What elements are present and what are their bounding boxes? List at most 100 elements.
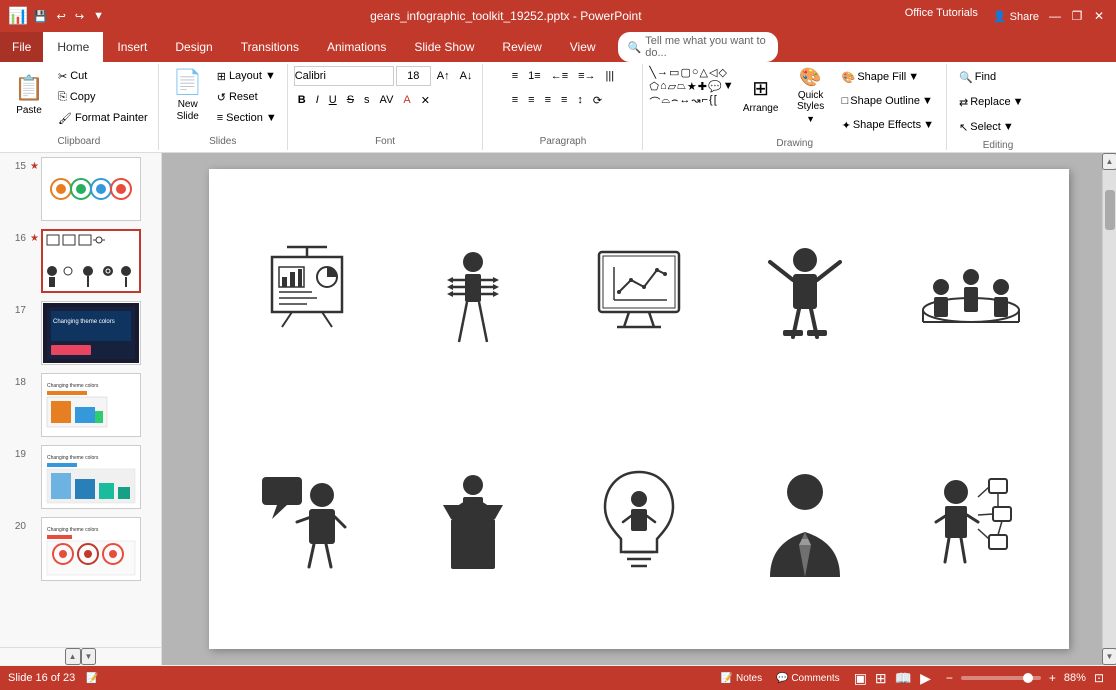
slide-thumb-18[interactable]: 18 ★ Changing theme colors [0,369,161,441]
tab-design[interactable]: Design [161,32,226,62]
shape-triangle[interactable]: △ [700,66,708,79]
notes-view-button[interactable]: 📝 [83,671,101,686]
redo-button[interactable]: ↪ [72,8,87,25]
tell-me-box[interactable]: 🔍 Tell me what you want to do... [618,32,778,62]
shape-more[interactable]: ▼ [723,80,734,93]
shape-cross[interactable]: ✚ [698,80,707,93]
scroll-thumb-vertical[interactable] [1105,190,1115,230]
shape-line[interactable]: ╲ [649,66,656,79]
format-painter-button[interactable]: 🖌 Format Painter [54,108,152,128]
icon-person-network[interactable] [893,414,1049,629]
shape-elbow[interactable]: ⌐ [702,94,708,110]
reset-button[interactable]: ↺ Reset [213,87,281,107]
increase-font-button[interactable]: A↑ [433,66,454,86]
tab-slideshow[interactable]: Slide Show [400,32,488,62]
fit-slide-button[interactable]: ⊡ [1090,670,1108,686]
bullets-button[interactable]: ≡ [508,66,522,86]
shape-brace[interactable]: { [709,94,713,110]
align-left-button[interactable]: ≡ [508,90,522,110]
shape-diamond[interactable]: ◇ [718,66,726,79]
comments-button[interactable]: 💬 Comments [773,671,843,686]
tab-transitions[interactable]: Transitions [227,32,313,62]
shape-bracket[interactable]: [ [714,94,717,110]
scroll-bottom-button[interactable]: ▼ [1102,648,1116,665]
icon-person-celebrating[interactable] [727,189,883,404]
bold-button[interactable]: B [294,90,310,110]
notes-button[interactable]: 📝 Notes [718,671,765,686]
slide-panel[interactable]: 15 ★ 16 ★ [0,153,162,665]
strikethrough-button[interactable]: S [343,90,358,110]
layout-button[interactable]: ⊞ Layout ▼ [213,66,281,86]
icon-business-person[interactable] [727,414,883,629]
zoom-out-button[interactable]: − [942,670,957,686]
zoom-in-button[interactable]: + [1045,670,1060,686]
shape-circle[interactable]: ○ [692,66,699,79]
reading-view-button[interactable]: 📖 [892,669,915,688]
share-button[interactable]: 👤 Share [990,7,1042,25]
shape-star[interactable]: ★ [687,80,697,93]
char-spacing-button[interactable]: AV [376,90,398,110]
shape-chevron[interactable]: ⌂ [660,80,667,93]
font-color-button[interactable]: A [399,90,414,110]
icon-lightbulb-person[interactable] [561,414,717,629]
clear-format-button[interactable]: ✕ [417,90,434,110]
icon-podium[interactable] [395,414,551,629]
tab-review[interactable]: Review [488,32,555,62]
quick-styles-button[interactable]: 🎨 QuickStyles ▼ [788,66,834,124]
paste-button[interactable]: 📋 Paste [6,66,52,124]
shape-freeform[interactable]: ⌓ [661,94,670,110]
tab-animations[interactable]: Animations [313,32,400,62]
align-center-button[interactable]: ≡ [524,90,538,110]
icon-presentation-board[interactable] [229,189,385,404]
line-spacing-button[interactable]: ↕ [573,90,587,110]
decrease-font-button[interactable]: A↓ [456,66,477,86]
underline-button[interactable]: U [325,90,341,110]
icon-person-speech[interactable] [229,414,385,629]
shape-fill-button[interactable]: 🎨 Shape Fill ▼ [836,66,940,88]
replace-button[interactable]: ⇄ Replace ▼ [953,91,1043,113]
shape-callout[interactable]: 💬 [708,80,722,93]
scroll-up-button[interactable]: ▲ [65,648,81,665]
slide-thumb-20[interactable]: 20 ★ Changing theme colors [0,513,161,585]
decrease-indent-button[interactable]: ←≡ [547,66,572,86]
align-right-button[interactable]: ≡ [541,90,555,110]
increase-indent-button[interactable]: ≡→ [574,66,599,86]
copy-button[interactable]: ⎘ Copy [54,87,152,107]
undo-button[interactable]: ↩ [54,8,69,25]
icon-monitor-chart[interactable] [561,189,717,404]
tab-home[interactable]: Home [43,32,103,62]
shape-round-rect[interactable]: ▢ [680,66,690,79]
shape-parallelogram[interactable]: ▱ [668,80,676,93]
shape-pentagon[interactable]: ⬠ [649,80,659,93]
cut-button[interactable]: ✂ Cut [54,66,152,86]
restore-button[interactable]: ❐ [1068,7,1086,25]
numbering-button[interactable]: 1≡ [524,66,545,86]
text-direction-button[interactable]: ⟳ [589,90,606,110]
tab-file[interactable]: File [0,32,43,62]
shape-curve[interactable]: ⌒ [649,94,660,110]
font-name-input[interactable] [294,66,394,86]
vertical-scrollbar[interactable]: ▲ ▼ [1102,153,1116,665]
customize-qat-button[interactable]: ▼ [90,8,107,24]
arrange-button[interactable]: ⊞ Arrange [736,66,786,124]
shape-arc[interactable]: ⌢ [671,94,678,110]
find-button[interactable]: 🔍 Find [953,66,1043,88]
slide-thumb-15[interactable]: 15 ★ [0,153,161,225]
shape-arrow[interactable]: → [657,66,668,79]
icon-person-arrows[interactable] [395,189,551,404]
shape-outline-button[interactable]: □ Shape Outline ▼ [836,90,940,112]
slide-thumb-19[interactable]: 19 ★ Changing theme colors [0,441,161,513]
shape-rect[interactable]: ▭ [669,66,679,79]
scroll-down-button[interactable]: ▼ [81,648,97,665]
normal-view-button[interactable]: ▣ [851,669,870,688]
shape-rtriangle[interactable]: ◁ [709,66,717,79]
section-button[interactable]: ≡ Section ▼ [213,108,281,128]
italic-button[interactable]: I [312,90,323,110]
slide-thumb-16[interactable]: 16 ★ [0,225,161,297]
slideshow-button[interactable]: ▶ [917,669,934,688]
save-button[interactable]: 💾 [31,8,51,25]
columns-button[interactable]: ||| [602,66,619,86]
slide-canvas[interactable] [209,169,1069,649]
slide-sorter-button[interactable]: ⊞ [872,669,890,688]
icon-group-meeting[interactable] [893,189,1049,404]
